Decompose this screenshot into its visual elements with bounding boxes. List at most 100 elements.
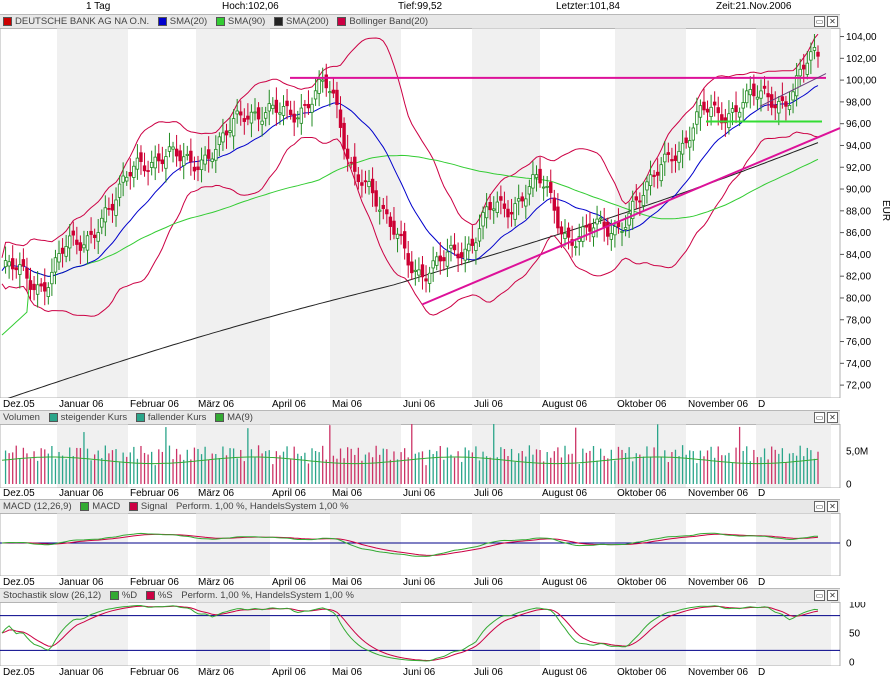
y-tick-label: 96,00 [846,119,871,130]
legend-item-s: %S [146,590,173,601]
candle-up [799,69,802,76]
candle-up [542,187,545,188]
legend-stoch-title: Stochastik slow (26,12) [3,590,101,601]
candle-down [197,167,200,170]
legend-item-sma20: SMA(20) [158,16,207,27]
month-label: Juni 06 [403,488,435,499]
candle-up [83,245,86,248]
candle-down [606,222,609,236]
candle-down [460,253,463,258]
month-label: Dez.05 [3,667,35,678]
month-label: August 06 [542,488,587,499]
candle-down [774,105,777,108]
candle-down [382,205,385,208]
candle-up [742,103,745,109]
candle-up [464,249,467,260]
y-tick-label: 102,00 [846,54,877,65]
close-icon[interactable]: ✕ [827,501,838,512]
candle-down [393,221,396,234]
candle-down [403,232,406,249]
candle-down [767,94,770,97]
candle-down [40,284,43,286]
close-icon[interactable]: ✕ [827,590,838,601]
candle-up [614,227,617,235]
close-icon[interactable]: ✕ [827,16,838,27]
candle-down [26,268,29,278]
square-icon [3,17,12,26]
legend-item-d: %D [110,590,137,601]
maximize-icon[interactable]: ▭ [814,412,825,423]
y-tick-label: 50 [849,629,861,640]
candle-up [810,52,813,60]
y-tick-label: 0 [846,480,852,489]
candle-down [353,157,356,171]
candle-down [510,212,513,214]
candle-down [489,202,492,209]
candle-up [200,160,203,170]
candle-down [336,90,339,104]
month-label: Juli 06 [474,577,503,588]
y-tick-label: 0 [849,658,855,667]
candle-down [364,181,367,182]
month-label: Juli 06 [474,399,503,410]
legend-item-macd: MACD [80,501,120,512]
y-tick-label: 72,00 [846,381,871,392]
candle-up [599,218,602,219]
candle-up [492,209,495,210]
candle-up [792,92,795,100]
candle-down [507,209,510,217]
macd-chart: 0 [0,513,891,576]
candle-up [624,228,627,230]
maximize-icon[interactable]: ▭ [814,501,825,512]
maximize-icon[interactable]: ▭ [814,16,825,27]
candle-down [802,65,805,69]
candle-down [33,284,36,289]
candle-up [282,106,285,115]
candle-down [706,109,709,112]
month-label: Oktober 06 [617,667,666,678]
month-label: Dez.05 [3,488,35,499]
candle-up [749,89,752,94]
candle-up [525,199,528,206]
candle-up [118,184,121,197]
candle-down [175,149,178,156]
legend-item-bollinger: Bollinger Band(20) [337,16,428,27]
macd-panel-header: MACD (12,26,9) MACD Signal Perform. 1,00… [0,499,840,514]
candle-up [318,79,321,93]
candle-down [671,159,674,160]
candle-up [564,233,567,238]
month-label: Januar 06 [59,488,103,499]
month-label: August 06 [542,577,587,588]
candle-up [100,218,103,227]
month-band [330,513,401,576]
candle-down [635,197,638,200]
candle-up [272,105,275,108]
candle-up [806,63,809,74]
month-label: Mai 06 [332,399,362,410]
candle-down [257,108,260,119]
candle-up [150,162,153,167]
candle-up [649,175,652,186]
maximize-icon[interactable]: ▭ [814,590,825,601]
candle-up [279,113,282,114]
y-tick-label: 5,0M [846,447,868,458]
candle-up [136,158,139,169]
candle-up [36,285,39,294]
candle-down [560,227,563,234]
month-label: März 06 [198,488,234,499]
candle-up [182,157,185,166]
candle-down [656,172,659,175]
candle-down [386,210,389,214]
candle-down [753,84,756,96]
candle-down [653,175,656,176]
close-icon[interactable]: ✕ [827,412,838,423]
candle-down [289,110,292,115]
candle-up [414,270,417,271]
volume-panel-header: Volumen steigender Kurs fallender Kurs M… [0,410,840,425]
month-label: April 06 [272,488,306,499]
month-band [756,602,831,666]
month-label: März 06 [198,667,234,678]
candle-up [65,246,68,256]
month-label: Dez.05 [3,399,35,410]
candle-up [154,157,157,168]
